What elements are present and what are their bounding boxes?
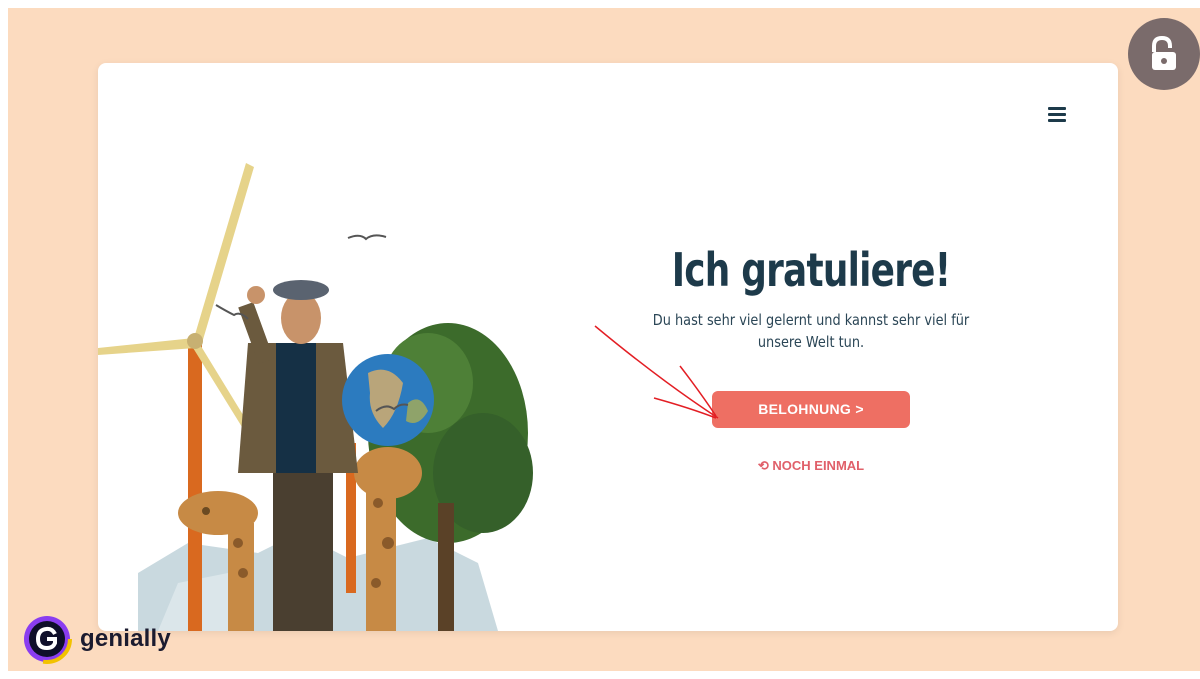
bird [347,234,387,241]
genially-logo[interactable]: genially [22,612,171,666]
restart-link[interactable]: ⟲ NOCH EINMAL [576,458,1046,474]
hamburger-menu-icon[interactable] [1048,107,1066,123]
turbine-tower [188,338,202,631]
subtitle-text: Du hast sehr viel gelernt und kannst seh… [652,311,970,351]
collage-illustration [98,163,533,631]
genially-logo-icon [22,614,72,664]
brand-name: genially [80,625,171,652]
slide-card: Ich gratuliere! Du hast sehr viel gelern… [98,63,1118,631]
reward-button[interactable]: BELOHNUNG > [712,391,910,428]
unlock-hand-icon[interactable] [1128,18,1200,90]
page-title: Ich gratuliere! [671,243,951,297]
congrats-content: Ich gratuliere! Du hast sehr viel gelern… [576,243,1046,474]
